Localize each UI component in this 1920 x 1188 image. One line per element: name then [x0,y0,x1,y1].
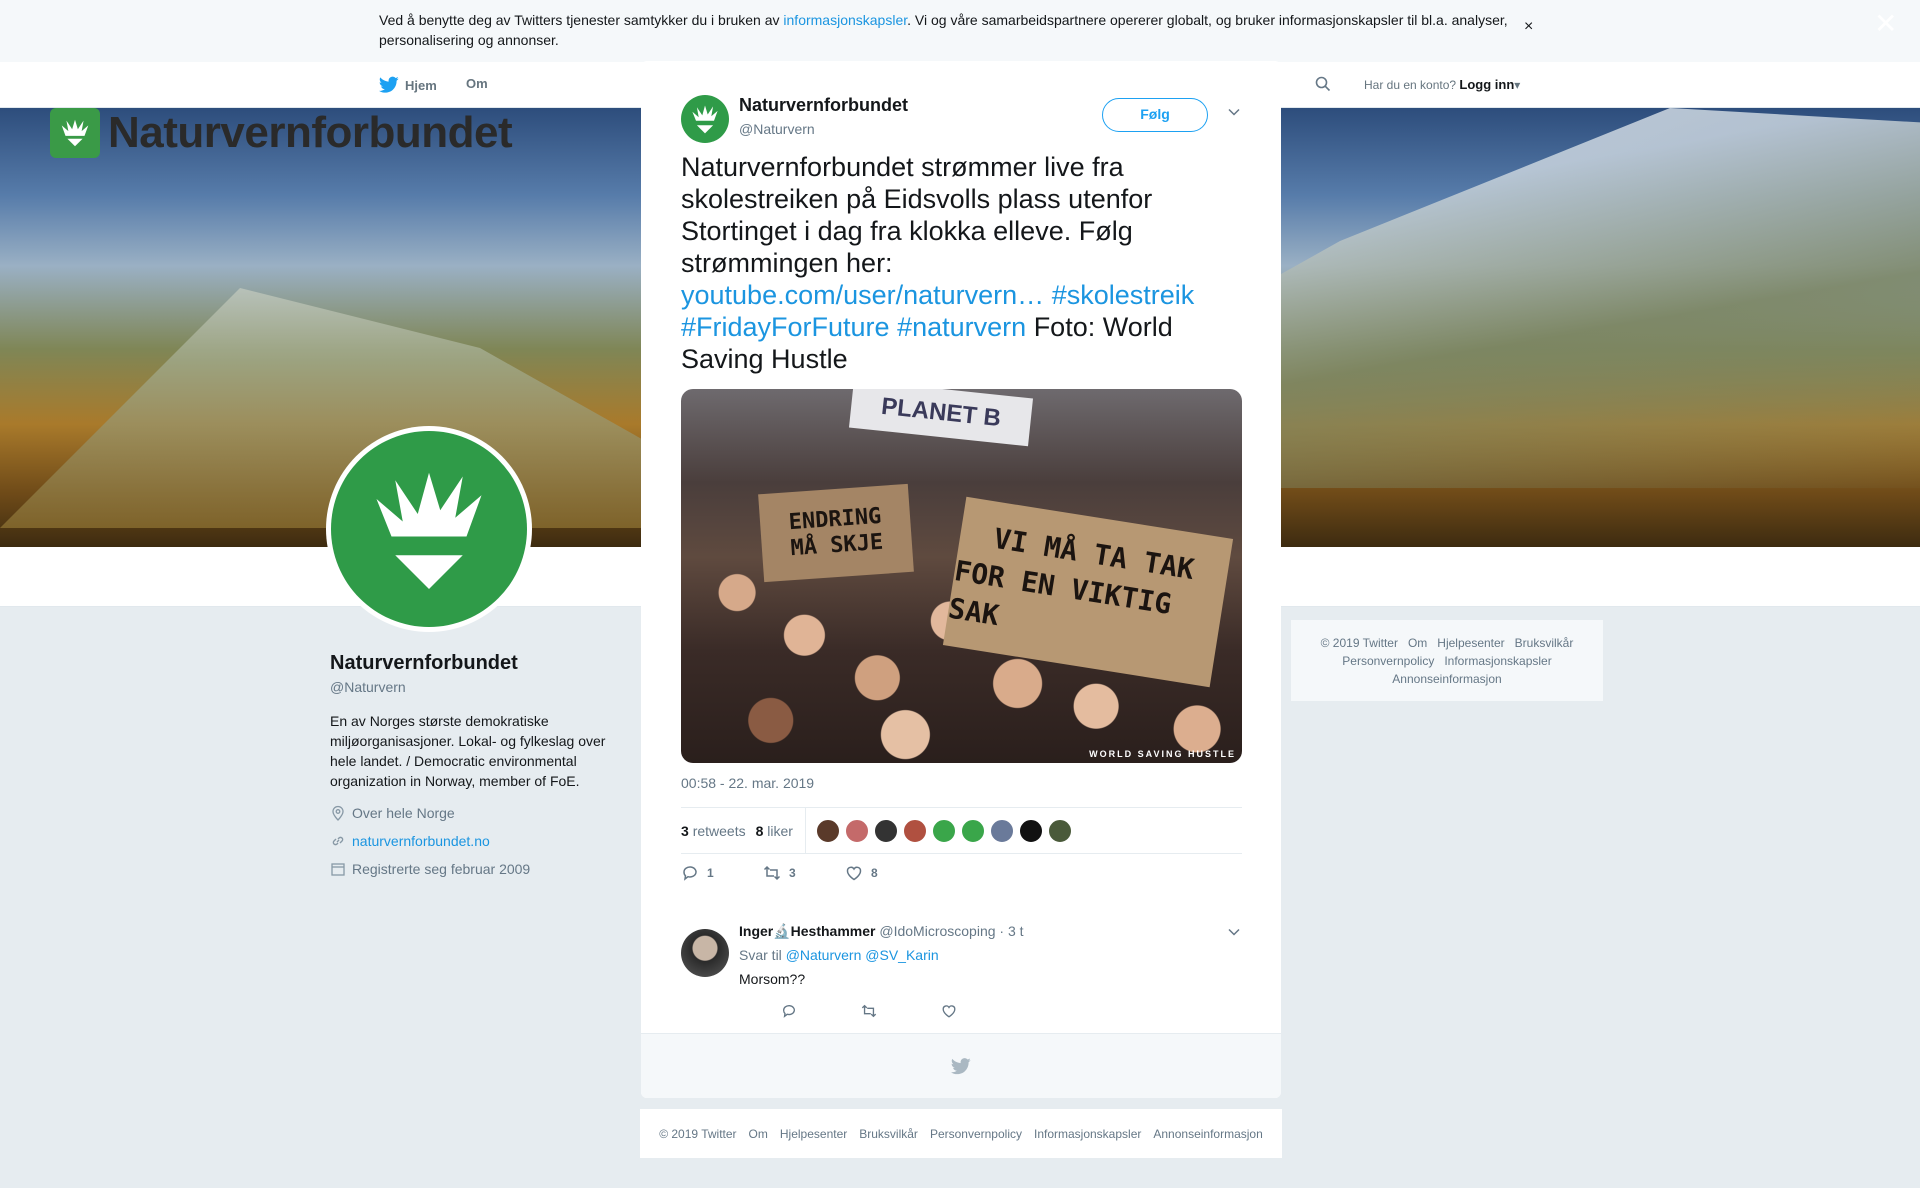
retweet-button[interactable]: 3 [763,864,819,882]
photo-watermark: WORLD SAVING HUSTLE [1089,749,1236,759]
tweet-text: Naturvernforbundet strømmer live fra sko… [681,152,1195,374]
hashtag-link[interactable]: #skolestreik [1052,280,1195,310]
reply-author-avatar[interactable] [681,929,729,977]
tweet-permalink-modal: Naturvernforbundet @Naturvern Følg Natur… [641,61,1281,1098]
photo-banner-text: PLANET B [848,389,1034,447]
antler-logo-icon [692,105,718,134]
modal-footer [641,1033,1281,1098]
tweet-link[interactable]: youtube.com/user/naturvern… [681,280,1044,310]
reply-icon [683,866,697,881]
reply-author-handle[interactable]: @IdoMicroscoping [879,923,995,939]
reply-author-name[interactable]: Inger🔬Hesthammer [739,923,875,939]
footer-link[interactable]: Informasjonskapsler [1034,1127,1141,1141]
footer-link[interactable]: Annonseinformasjon [1153,1127,1262,1141]
footer-link[interactable]: Hjelpesenter [780,1127,847,1141]
stats-divider [804,807,806,854]
liker-avatar[interactable] [960,818,985,843]
reply-actions [781,1003,957,1019]
mention-link[interactable]: @SV_Karin [865,947,938,963]
reply-button[interactable]: 1 [681,864,737,882]
hashtag-link[interactable]: #naturvern [897,312,1026,342]
twitter-bird-icon [951,1057,971,1074]
tweet-actions: 1 3 8 [681,864,901,882]
reply-to: Svar til @Naturvern @SV_Karin [739,947,939,963]
reply-tweet[interactable]: Inger🔬Hesthammer @IdoMicroscoping · 3 t … [681,923,1242,1033]
footer-link: © 2019 Twitter [659,1126,737,1141]
bottom-footer: © 2019 Twitter Om Hjelpesenter Bruksvilk… [640,1109,1282,1158]
chevron-down-icon[interactable] [1227,925,1241,939]
liker-avatar[interactable] [1047,818,1072,843]
tweet-photo[interactable]: PLANET B ENDRING MÅ SKJE VI MÅ TA TAK FO… [681,389,1242,763]
reply-time[interactable]: · 3 t [999,923,1023,939]
liker-avatar[interactable] [989,818,1014,843]
tweet-author-avatar[interactable] [681,95,729,143]
liker-avatar[interactable] [902,818,927,843]
tweet-stats: 3 retweets 8 liker [681,807,1242,854]
footer-link[interactable]: Om [749,1127,768,1141]
reply-text: Morsom?? [739,971,806,987]
heart-icon[interactable] [941,1003,957,1019]
mention-link[interactable]: @Naturvern [786,947,862,963]
hashtag-link[interactable]: #FridayForFuture [681,312,890,342]
footer-link[interactable]: Bruksvilkår [859,1127,918,1141]
retweet-icon[interactable] [861,1003,877,1019]
liker-avatar[interactable] [815,818,840,843]
footer-link[interactable]: Personvernpolicy [930,1127,1022,1141]
photo-sign: ENDRING MÅ SKJE [758,483,914,583]
retweet-icon [763,865,781,881]
tweet-author-name[interactable]: Naturvernforbundet [739,95,908,116]
heart-icon [846,866,862,881]
liker-avatar[interactable] [844,818,869,843]
likes-stat[interactable]: 8 liker [756,823,793,839]
retweets-stat[interactable]: 3 retweets [681,823,746,839]
liker-avatar[interactable] [931,818,956,843]
tweet-author-handle[interactable]: @Naturvern [739,121,908,137]
reply-icon[interactable] [781,1003,797,1019]
follow-button[interactable]: Følg [1102,98,1208,132]
tweet-timestamp[interactable]: 00:58 - 22. mar. 2019 [681,775,814,791]
liker-avatar[interactable] [873,818,898,843]
close-icon[interactable]: ✕ [1874,10,1897,38]
liker-avatars [815,818,1077,843]
reply-header: Inger🔬Hesthammer @IdoMicroscoping · 3 t [739,923,1024,940]
tweet-author: Naturvernforbundet @Naturvern [739,93,908,137]
like-button[interactable]: 8 [845,864,901,882]
tweet-header: Naturvernforbundet @Naturvern [681,93,908,143]
liker-avatar[interactable] [1018,818,1043,843]
chevron-down-icon[interactable] [1227,105,1241,119]
